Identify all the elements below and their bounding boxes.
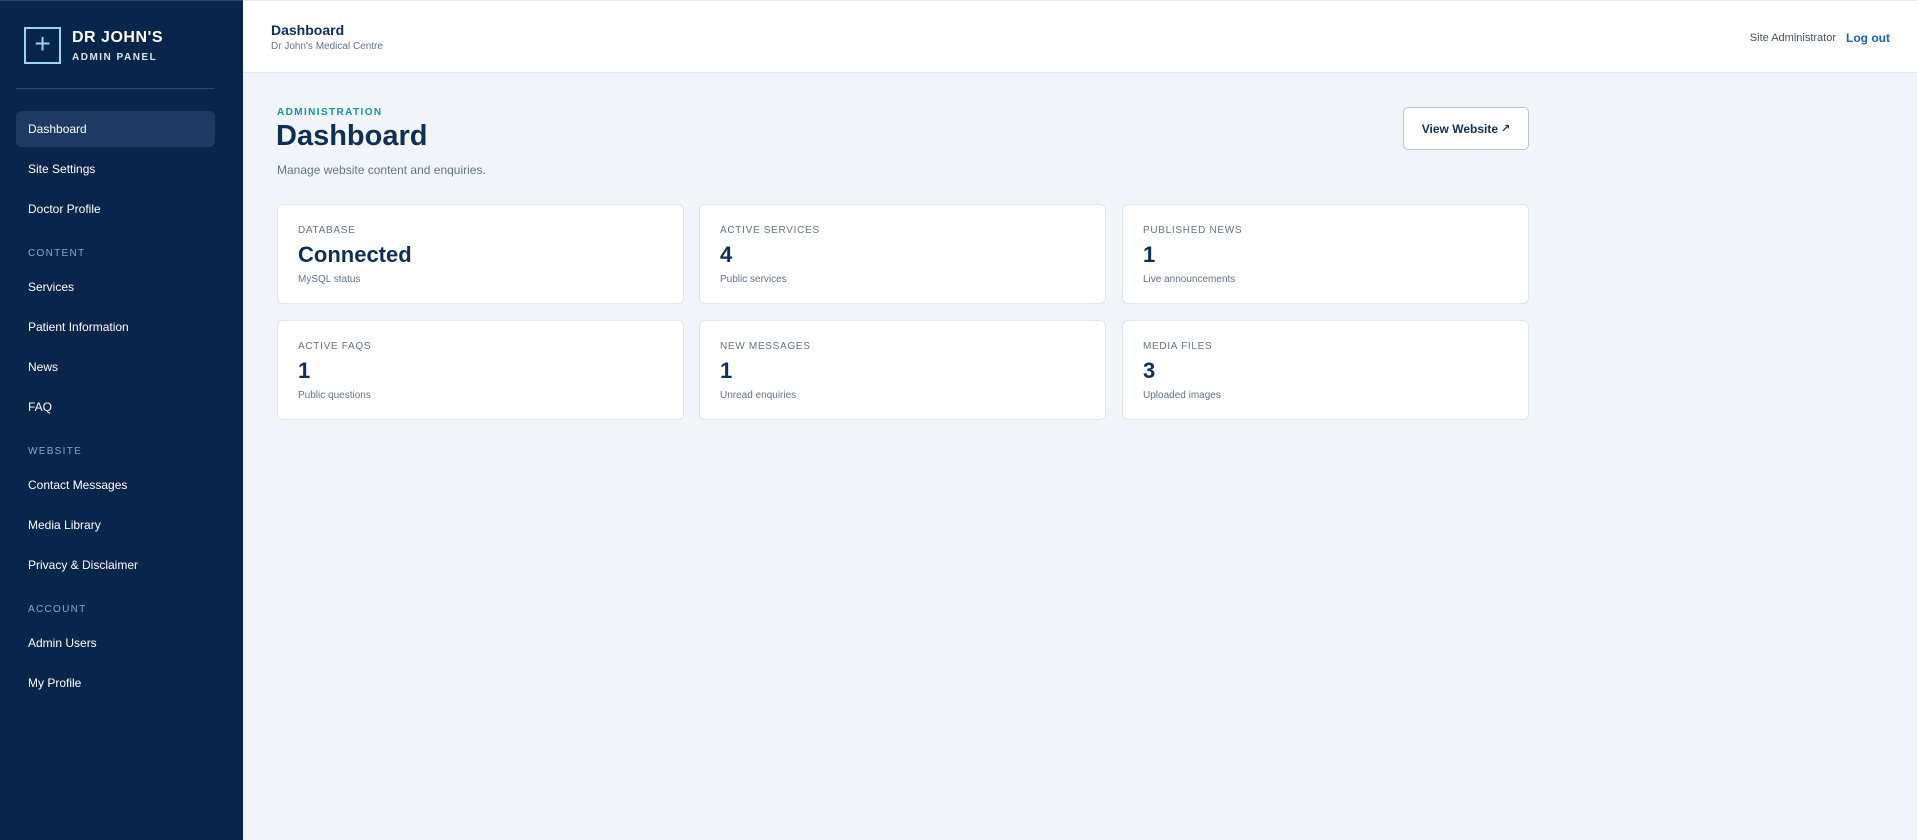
stat-value: 1: [1143, 242, 1156, 267]
stat-note: MySQL status: [298, 274, 361, 285]
stat-label: NEW MESSAGES: [720, 341, 811, 352]
sidebar-item-site-settings[interactable]: Site Settings: [16, 151, 215, 187]
page-description: Manage website content and enquiries.: [277, 163, 486, 177]
stat-note: Uploaded images: [1143, 390, 1221, 401]
sidebar-item-doctor-profile[interactable]: Doctor Profile: [16, 191, 215, 227]
sidebar-section-account: ACCOUNT: [28, 604, 87, 615]
stat-value: 4: [720, 242, 733, 267]
stat-note: Live announcements: [1143, 274, 1236, 285]
stat-label: DATABASE: [298, 225, 356, 236]
brand-title: DR JOHN'S: [72, 28, 163, 46]
sidebar-item-my-profile[interactable]: My Profile: [16, 665, 215, 701]
view-website-label: View Website: [1421, 121, 1499, 136]
brand-logo[interactable]: + DR JOHN'S ADMIN PANEL: [24, 27, 163, 64]
stat-value: 1: [720, 358, 733, 383]
sidebar-divider: [16, 88, 215, 89]
sidebar-item-patient-information[interactable]: Patient Information: [16, 309, 215, 345]
page-title: Dashboard: [276, 120, 428, 152]
sidebar-item-admin-users[interactable]: Admin Users: [16, 625, 215, 661]
logout-link[interactable]: Log out: [1846, 31, 1890, 45]
sidebar-item-contact-messages[interactable]: Contact Messages: [16, 467, 215, 503]
page-eyebrow: ADMINISTRATION: [277, 107, 383, 118]
sidebar-item-services[interactable]: Services: [16, 269, 215, 305]
sidebar-item-label: Privacy & Disclaimer: [28, 558, 139, 572]
sidebar-item-label: Services: [28, 280, 75, 294]
stat-note: Public questions: [298, 390, 371, 401]
sidebar-item-privacy-disclaimer[interactable]: Privacy & Disclaimer: [16, 547, 215, 583]
stat-label: MEDIA FILES: [1143, 341, 1213, 352]
stat-note: Public services: [720, 274, 787, 285]
stat-value: 3: [1143, 358, 1156, 383]
brand-subtitle: ADMIN PANEL: [72, 51, 158, 63]
sidebar: + DR JOHN'S ADMIN PANEL Dashboard Site S…: [0, 0, 243, 840]
stat-label: ACTIVE SERVICES: [720, 225, 820, 236]
view-website-button[interactable]: View Website ↗: [1403, 107, 1529, 150]
stat-card-active-services: ACTIVE SERVICES 4 Public services: [699, 204, 1106, 304]
stat-card-database: DATABASE Connected MySQL status: [277, 204, 684, 304]
external-link-icon: ↗: [1501, 123, 1511, 135]
topbar-title: Dashboard: [271, 22, 345, 38]
stat-card-published-news: PUBLISHED NEWS 1 Live announcements: [1122, 204, 1529, 304]
stat-card-new-messages: NEW MESSAGES 1 Unread enquiries: [699, 320, 1106, 420]
stat-card-active-faqs: ACTIVE FAQS 1 Public questions: [277, 320, 684, 420]
plus-icon: +: [24, 27, 61, 64]
sidebar-item-media-library[interactable]: Media Library: [16, 507, 215, 543]
sidebar-item-label: Admin Users: [28, 636, 97, 650]
sidebar-item-label: Media Library: [28, 518, 101, 532]
current-user: Site Administrator: [1749, 32, 1836, 44]
sidebar-item-news[interactable]: News: [16, 349, 215, 385]
sidebar-item-label: Site Settings: [28, 162, 96, 176]
sidebar-item-label: Contact Messages: [28, 478, 128, 492]
sidebar-section-website: WEBSITE: [28, 446, 83, 457]
stat-value: Connected: [298, 242, 412, 267]
brand-text: DR JOHN'S ADMIN PANEL: [72, 29, 163, 63]
stat-label: PUBLISHED NEWS: [1143, 225, 1243, 236]
sidebar-item-faq[interactable]: FAQ: [16, 389, 215, 425]
stat-value: 1: [298, 358, 311, 383]
stat-note: Unread enquiries: [720, 390, 797, 401]
sidebar-item-label: Dashboard: [28, 122, 87, 136]
sidebar-item-label: Patient Information: [28, 320, 129, 334]
topbar-subtitle: Dr John's Medical Centre: [271, 41, 383, 52]
sidebar-item-label: Doctor Profile: [28, 202, 101, 216]
sidebar-item-label: FAQ: [28, 400, 53, 414]
sidebar-item-label: My Profile: [28, 676, 82, 690]
sidebar-item-dashboard[interactable]: Dashboard: [16, 111, 215, 147]
stat-label: ACTIVE FAQS: [298, 341, 372, 352]
top-bar: Dashboard Dr John's Medical Centre Site …: [243, 0, 1917, 73]
stat-card-media-files: MEDIA FILES 3 Uploaded images: [1122, 320, 1529, 420]
sidebar-item-label: News: [28, 360, 59, 374]
sidebar-section-content: CONTENT: [28, 248, 86, 259]
